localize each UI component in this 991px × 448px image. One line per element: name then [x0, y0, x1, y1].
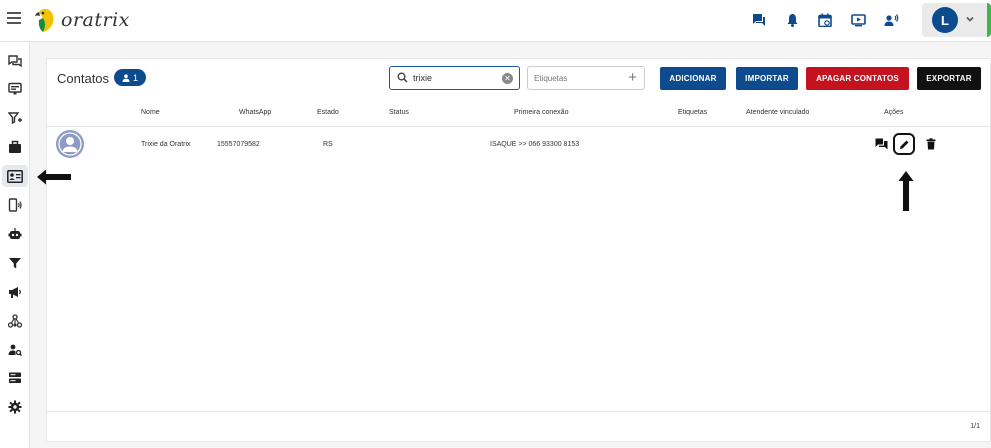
briefcase-icon[interactable] — [4, 136, 26, 158]
calendar-icon[interactable] — [815, 10, 835, 30]
table-header: Nome WhatsApp Estado Status Primeira con… — [47, 101, 990, 127]
tags-input[interactable] — [534, 71, 614, 85]
delete-contact-icon[interactable] — [922, 135, 940, 153]
contacts-card-icon[interactable] — [2, 165, 28, 187]
user-avatar[interactable]: L — [932, 7, 958, 33]
phone-signal-icon[interactable] — [4, 194, 26, 216]
bell-icon[interactable] — [782, 10, 802, 30]
add-tag-icon[interactable]: + — [628, 69, 637, 86]
storage-icon[interactable] — [4, 367, 26, 389]
import-contacts-button[interactable]: IMPORTAR — [736, 67, 798, 90]
user-search-icon[interactable] — [4, 339, 26, 361]
top-bar: oratrix L — [0, 0, 991, 42]
delete-contacts-button[interactable]: APAGAR CONTATOS — [806, 67, 909, 90]
edit-contact-icon[interactable] — [893, 133, 915, 155]
contacts-panel: Contatos 1 ✕ + ADICIONAR IMPORTAR APAGAR… — [46, 58, 991, 442]
column-header-first-connection[interactable]: Primeira conexão — [514, 109, 568, 116]
column-header-agent[interactable]: Atendente vinculado — [746, 109, 809, 116]
contacts-count: 1 — [133, 72, 139, 83]
network-icon[interactable] — [4, 310, 26, 332]
column-header-whatsapp[interactable]: WhatsApp — [239, 109, 271, 116]
contacts-count-badge: 1 — [114, 69, 147, 86]
chevron-down-icon[interactable] — [965, 14, 975, 24]
column-header-actions: Ações — [884, 109, 904, 116]
column-header-state[interactable]: Estado — [317, 109, 339, 116]
search-box[interactable]: ✕ — [389, 66, 520, 90]
table-footer-divider — [47, 411, 990, 412]
page-title: Contatos — [57, 71, 110, 86]
column-header-tags[interactable]: Etiquetas — [678, 109, 707, 116]
parrot-logo-icon — [35, 8, 54, 32]
pagination-label: 1/1 — [970, 423, 980, 430]
megaphone-icon[interactable] — [4, 281, 26, 303]
filter-add-icon[interactable] — [4, 107, 26, 129]
voice-icon[interactable] — [881, 10, 901, 30]
person-icon — [122, 73, 130, 82]
chats-icon[interactable] — [4, 50, 26, 72]
tags-filter[interactable]: + — [527, 66, 645, 90]
logo[interactable]: oratrix — [33, 5, 130, 35]
settings-icon[interactable] — [4, 396, 26, 418]
contact-whatsapp: 15557079582 — [217, 141, 260, 148]
funnel-icon[interactable] — [4, 252, 26, 274]
monitor-icon[interactable] — [4, 78, 26, 100]
open-chat-icon[interactable] — [872, 135, 890, 153]
media-icon[interactable] — [848, 10, 868, 30]
logo-text: oratrix — [61, 9, 130, 31]
menu-icon[interactable] — [7, 12, 21, 26]
export-contacts-button[interactable]: EXPORTAR — [917, 67, 981, 90]
contact-state: RS — [323, 141, 333, 148]
contact-first-connection: ISAQUE >> 066 93300 8153 — [490, 141, 580, 148]
add-contact-button[interactable]: ADICIONAR — [660, 67, 726, 90]
clear-search-icon[interactable]: ✕ — [502, 73, 513, 84]
contact-name: Trixie da Oratrix — [141, 141, 191, 148]
robot-icon[interactable] — [4, 223, 26, 245]
column-header-status[interactable]: Status — [389, 109, 409, 116]
search-input[interactable] — [413, 70, 493, 86]
column-header-name[interactable]: Nome — [141, 109, 160, 116]
chat-icon[interactable] — [749, 10, 769, 30]
user-menu[interactable]: L — [922, 3, 991, 37]
search-icon — [397, 72, 408, 83]
table-row[interactable]: Trixie da Oratrix 15557079582 RS ISAQUE … — [47, 127, 990, 165]
contact-avatar — [56, 130, 84, 158]
sidebar — [0, 42, 30, 448]
